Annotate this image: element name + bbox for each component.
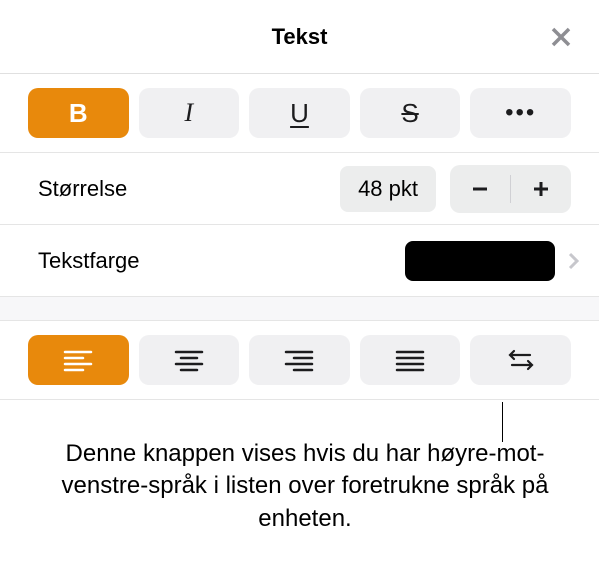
- minus-icon: [469, 178, 491, 200]
- text-style-row: B I U S •••: [0, 74, 599, 153]
- rtl-direction-icon: [506, 348, 536, 372]
- strikethrough-button[interactable]: S: [360, 88, 461, 138]
- close-button[interactable]: [541, 17, 581, 57]
- close-icon: [550, 26, 572, 48]
- font-size-row: Størrelse 48 pkt: [0, 153, 599, 225]
- italic-button[interactable]: I: [139, 88, 240, 138]
- text-direction-button[interactable]: [470, 335, 571, 385]
- callout-leader-line: [502, 402, 503, 442]
- size-decrease-button[interactable]: [450, 165, 510, 213]
- size-label: Størrelse: [38, 176, 340, 202]
- size-stepper: [450, 165, 571, 213]
- align-justify-button[interactable]: [360, 335, 461, 385]
- text-color-swatch: [405, 241, 555, 281]
- align-center-icon: [174, 348, 204, 372]
- align-left-button[interactable]: [28, 335, 129, 385]
- more-options-button[interactable]: •••: [470, 88, 571, 138]
- size-increase-button[interactable]: [511, 165, 571, 213]
- panel-header: Tekst: [0, 0, 599, 74]
- align-justify-icon: [395, 348, 425, 372]
- bold-button[interactable]: B: [28, 88, 129, 138]
- text-color-label: Tekstfarge: [38, 248, 405, 274]
- plus-icon: [530, 178, 552, 200]
- size-value[interactable]: 48 pkt: [340, 166, 436, 212]
- alignment-row: [0, 321, 599, 400]
- underline-button[interactable]: U: [249, 88, 350, 138]
- section-spacer: [0, 297, 599, 321]
- panel-title: Tekst: [272, 24, 328, 50]
- align-left-icon: [63, 348, 93, 372]
- align-center-button[interactable]: [139, 335, 240, 385]
- text-format-panel: Tekst B I U S ••• Størrelse 48 pkt Tekst…: [0, 0, 599, 400]
- callout-annotation: Denne knappen vises hvis du har høyre-mo…: [60, 438, 550, 535]
- chevron-right-icon: [567, 250, 581, 272]
- text-color-row[interactable]: Tekstfarge: [0, 225, 599, 297]
- align-right-icon: [284, 348, 314, 372]
- align-right-button[interactable]: [249, 335, 350, 385]
- callout-text: Denne knappen vises hvis du har høyre-mo…: [60, 438, 550, 535]
